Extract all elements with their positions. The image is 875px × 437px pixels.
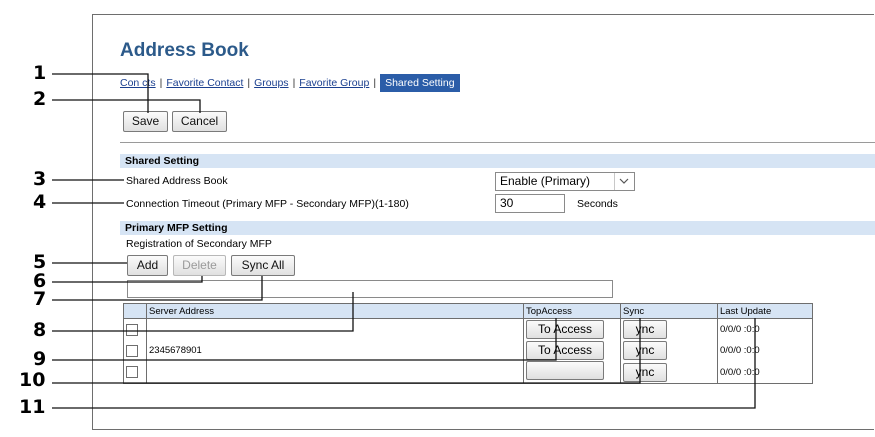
callout-line [52, 318, 557, 361]
callout-line [52, 276, 263, 301]
callout-line [52, 99, 201, 113]
callout-line [52, 318, 641, 384]
callout-lines [52, 73, 756, 409]
callout-line [52, 292, 354, 332]
callout-line [52, 276, 203, 283]
callout-line [52, 73, 149, 113]
